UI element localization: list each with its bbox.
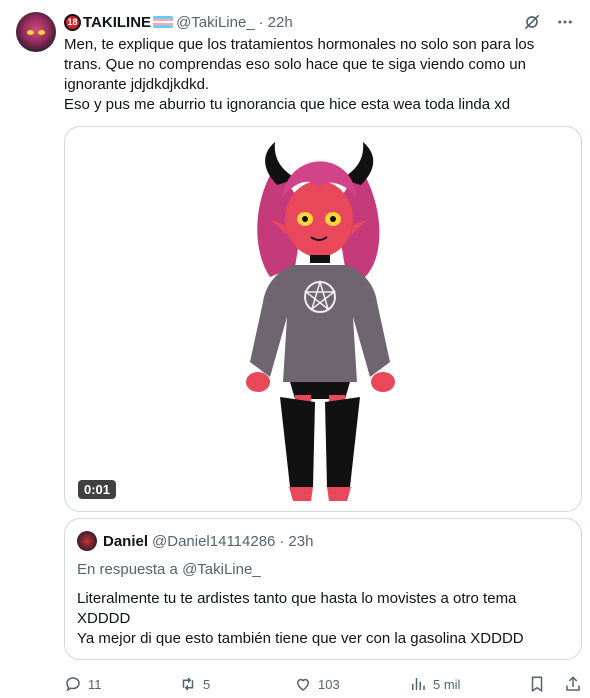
tweet-text-line: ignorante jdjdkdjkdkd. <box>64 76 210 93</box>
quoted-author-handle: @Daniel14114286 <box>152 532 276 550</box>
author-avatar[interactable] <box>16 12 56 52</box>
quoted-text-line: Literalmente tu te ardistes tanto que ha… <box>77 590 517 607</box>
grok-icon[interactable] <box>522 12 542 32</box>
tweet-actions-bar: 11 5 103 5 mil <box>64 674 582 694</box>
age-badge-icon: 18 <box>64 13 81 31</box>
tweet-header: 18 TAKILINE @TakiLine_ · 22h <box>64 12 574 32</box>
quoted-tweet-time: 23h <box>288 532 314 550</box>
author-handle[interactable]: @TakiLine_ <box>176 14 255 31</box>
retweet-count: 5 <box>203 676 211 692</box>
trans-flag-icon <box>153 16 174 28</box>
quoted-tweet-header: Daniel @Daniel14114286 · 23h <box>77 531 313 551</box>
reply-button[interactable]: 11 <box>64 675 179 693</box>
views-icon <box>412 678 425 690</box>
author-name[interactable]: TAKILINE <box>83 14 151 31</box>
retweet-icon <box>182 677 194 691</box>
separator-dot: · <box>279 532 285 550</box>
tweet-time[interactable]: 22h <box>268 14 293 31</box>
quoted-text-line: XDDDD <box>77 610 131 627</box>
reply-count: 11 <box>88 676 102 692</box>
separator-dot: · <box>258 13 264 31</box>
tweet-text-line: Eso y pus me aburrio tu ignorancia que h… <box>64 96 511 113</box>
quoted-author-avatar <box>77 531 97 551</box>
bookmark-icon[interactable] <box>528 675 546 693</box>
video-player[interactable]: 0:01 <box>64 126 582 512</box>
share-icon[interactable] <box>564 675 582 693</box>
heart-icon <box>296 678 310 691</box>
like-count: 103 <box>318 676 340 692</box>
character-illustration <box>246 142 395 501</box>
video-duration: 0:01 <box>78 480 117 499</box>
reply-icon <box>66 677 80 692</box>
tweet-text-line: trans. Que no comprendas eso solo hace q… <box>64 56 526 73</box>
quoted-author-name: Daniel <box>103 532 149 550</box>
reply-context: En respuesta a @TakiLine_ <box>77 561 261 578</box>
like-button[interactable]: 103 <box>294 675 409 693</box>
views-count: 5 mil <box>433 676 461 692</box>
views-button[interactable]: 5 mil <box>409 675 524 693</box>
retweet-button[interactable]: 5 <box>179 675 294 693</box>
quoted-tweet-text: Literalmente tu te ardistes tanto que ha… <box>77 589 567 649</box>
tweet-text: Men, te explique que los tratamientos ho… <box>64 35 574 115</box>
more-options-icon[interactable] <box>556 13 574 31</box>
avatar-eye <box>27 30 34 35</box>
avatar-eye <box>38 30 45 35</box>
secondary-actions <box>528 675 582 693</box>
quoted-text-line: Ya mejor di que esto también tiene que v… <box>77 630 524 647</box>
quoted-tweet[interactable]: Daniel @Daniel14114286 · 23h En respuest… <box>64 518 582 660</box>
tweet-text-line: Men, te explique que los tratamientos ho… <box>64 36 535 53</box>
